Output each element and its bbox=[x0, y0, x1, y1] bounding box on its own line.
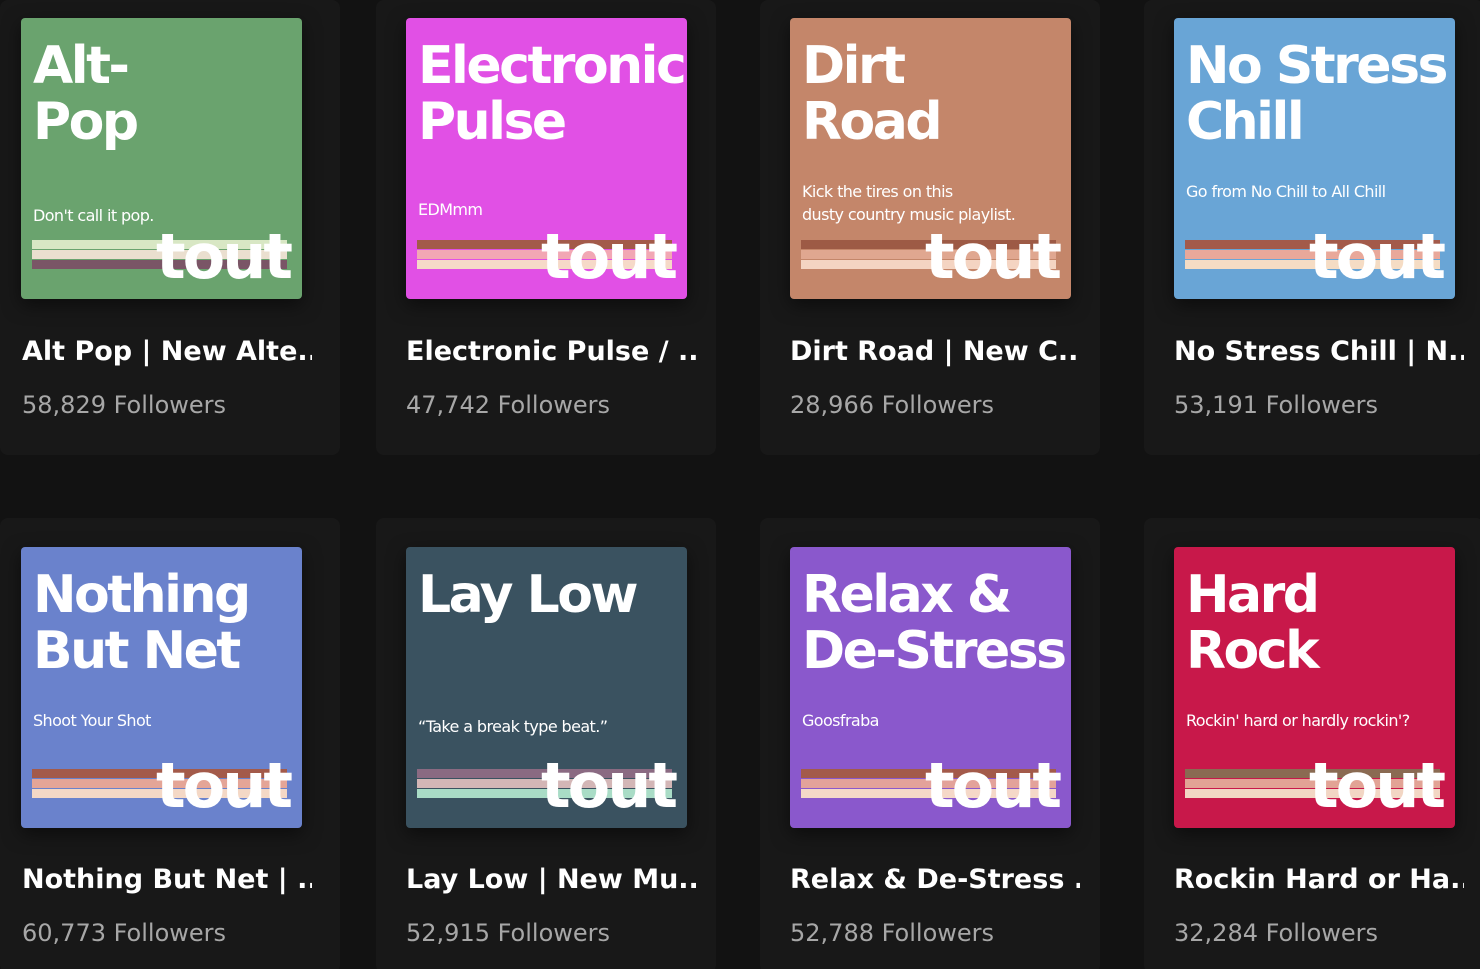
playlist-card[interactable]: Dirt Road Kick the tires on this dusty c… bbox=[760, 0, 1100, 455]
follower-count: 53,191 Followers bbox=[1174, 391, 1379, 419]
playlist-title[interactable]: No Stress Chill | N... bbox=[1174, 332, 1464, 372]
playlist-title[interactable]: Alt Pop | New Alte... bbox=[22, 332, 312, 372]
cover-title: Lay Low bbox=[418, 565, 639, 625]
cover-title: Hard Rock bbox=[1186, 565, 1320, 681]
cover-subtitle: Go from No Chill to All Chill bbox=[1186, 182, 1386, 201]
playlist-cover[interactable]: Hard Rock Rockin' hard or hardly rockin'… bbox=[1174, 547, 1455, 828]
cover-title: Electronic Pulse bbox=[418, 36, 687, 152]
tout-logo: tout bbox=[1308, 749, 1446, 822]
tout-logo: tout bbox=[924, 220, 1062, 293]
tout-logo: tout bbox=[924, 749, 1062, 822]
tout-logo: tout bbox=[540, 220, 678, 293]
playlist-title[interactable]: Electronic Pulse / ... bbox=[406, 332, 696, 372]
playlist-cover[interactable]: Dirt Road Kick the tires on this dusty c… bbox=[790, 18, 1071, 299]
cover-subtitle: Goosfraba bbox=[802, 711, 879, 730]
tout-logo: tout bbox=[155, 220, 293, 293]
playlist-title[interactable]: Lay Low | New Mu... bbox=[406, 860, 696, 900]
cover-title: Dirt Road bbox=[802, 36, 943, 152]
playlist-card[interactable]: Relax & De-Stress Goosfraba tout Relax &… bbox=[760, 518, 1100, 969]
playlist-cover[interactable]: Nothing But Net Shoot Your Shot tout bbox=[21, 547, 302, 828]
follower-count: 52,788 Followers bbox=[790, 919, 995, 947]
tout-logo: tout bbox=[540, 749, 678, 822]
playlist-card[interactable]: Alt- Pop Don't call it pop. tout Alt Pop… bbox=[0, 0, 340, 455]
follower-count: 58,829 Followers bbox=[22, 391, 227, 419]
playlist-title[interactable]: Dirt Road | New C... bbox=[790, 332, 1080, 372]
playlist-cover[interactable]: Electronic Pulse EDMmm tout bbox=[406, 18, 687, 299]
playlist-title[interactable]: Nothing But Net | ... bbox=[22, 860, 312, 900]
cover-subtitle: EDMmm bbox=[418, 200, 483, 219]
cover-title: Alt- Pop bbox=[33, 36, 139, 152]
playlist-title[interactable]: Rockin Hard or Ha... bbox=[1174, 860, 1464, 900]
follower-count: 60,773 Followers bbox=[22, 919, 227, 947]
playlist-card[interactable]: Electronic Pulse EDMmm tout Electronic P… bbox=[376, 0, 716, 455]
playlist-grid: Alt- Pop Don't call it pop. tout Alt Pop… bbox=[0, 0, 1480, 969]
playlist-card[interactable]: No Stress Chill Go from No Chill to All … bbox=[1144, 0, 1480, 455]
follower-count: 28,966 Followers bbox=[790, 391, 995, 419]
follower-count: 32,284 Followers bbox=[1174, 919, 1379, 947]
playlist-cover[interactable]: Alt- Pop Don't call it pop. tout bbox=[21, 18, 302, 299]
tout-logo: tout bbox=[155, 749, 293, 822]
cover-subtitle: Shoot Your Shot bbox=[33, 711, 151, 730]
playlist-card[interactable]: Hard Rock Rockin' hard or hardly rockin'… bbox=[1144, 518, 1480, 969]
cover-title: Nothing But Net bbox=[33, 565, 251, 681]
playlist-title[interactable]: Relax & De-Stress ... bbox=[790, 860, 1080, 900]
playlist-cover[interactable]: Lay Low “Take a break type beat.” tout bbox=[406, 547, 687, 828]
cover-title: Relax & De-Stress bbox=[802, 565, 1067, 681]
follower-count: 47,742 Followers bbox=[406, 391, 611, 419]
cover-subtitle: “Take a break type beat.” bbox=[418, 717, 608, 736]
playlist-card[interactable]: Nothing But Net Shoot Your Shot tout Not… bbox=[0, 518, 340, 969]
cover-subtitle: Rockin' hard or hardly rockin'? bbox=[1186, 711, 1410, 730]
playlist-cover[interactable]: No Stress Chill Go from No Chill to All … bbox=[1174, 18, 1455, 299]
tout-logo: tout bbox=[1308, 220, 1446, 293]
playlist-card[interactable]: Lay Low “Take a break type beat.” tout L… bbox=[376, 518, 716, 969]
cover-title: No Stress Chill bbox=[1186, 36, 1448, 152]
playlist-cover[interactable]: Relax & De-Stress Goosfraba tout bbox=[790, 547, 1071, 828]
follower-count: 52,915 Followers bbox=[406, 919, 611, 947]
